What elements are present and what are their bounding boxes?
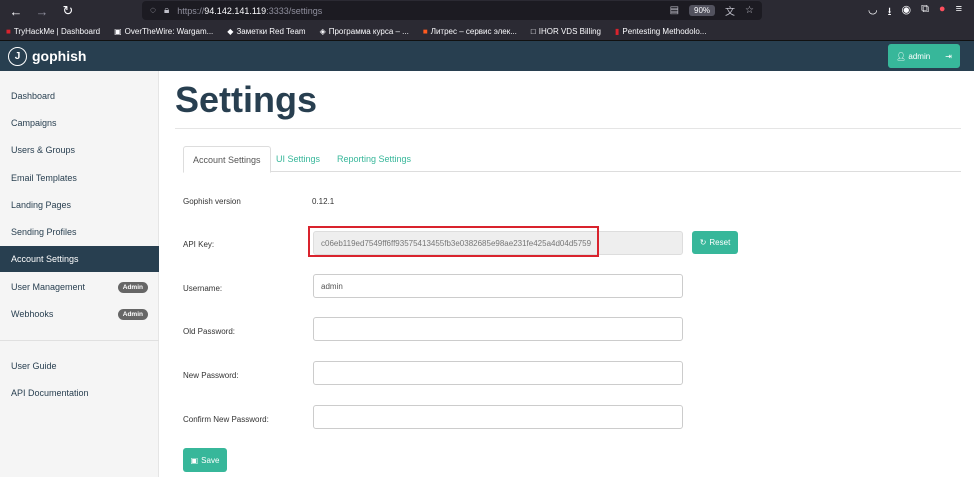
url-bar[interactable]: ◌ 🔒︎ https://94.142.141.119:3333/setting… bbox=[142, 1, 762, 20]
forward-icon[interactable]: → bbox=[32, 4, 52, 19]
sidebar-item-landing-pages[interactable]: Landing Pages bbox=[0, 192, 159, 218]
sidebar-item-user-management[interactable]: User Management Admin bbox=[0, 274, 159, 300]
refresh-icon: ↻ bbox=[699, 238, 707, 247]
bookmarks-bar: ■ TryHackMe | Dashboard ▣ OverTheWire: War… bbox=[0, 22, 974, 41]
back-icon[interactable]: ← bbox=[6, 4, 26, 19]
new-password-field[interactable] bbox=[313, 361, 683, 385]
bookmark-item[interactable]: ▣ OverTheWire: Wargam... bbox=[114, 27, 213, 36]
sidebar-item-campaigns[interactable]: Campaigns bbox=[0, 110, 159, 136]
reset-api-key-button[interactable]: ↻ Reset bbox=[692, 231, 738, 254]
sidebar-divider bbox=[0, 340, 159, 341]
overthewire-icon: ▣ bbox=[114, 26, 122, 36]
logout-icon[interactable]: ⇥ bbox=[945, 52, 952, 61]
admin-user-label: 👤︎ admin bbox=[896, 51, 931, 61]
settings-tabs: Account Settings UI Settings Reporting S… bbox=[183, 146, 961, 173]
reload-icon[interactable]: ↻ bbox=[58, 3, 78, 19]
url-scheme: https:// bbox=[177, 5, 205, 16]
translate-icon[interactable]: 文 bbox=[725, 3, 735, 18]
save-icon: ▣ bbox=[190, 455, 199, 465]
bookmark-item[interactable]: ▮ Pentesting Methodolo... bbox=[615, 27, 706, 36]
litres-icon: ■ bbox=[422, 26, 428, 36]
shield-icon: ◌ bbox=[150, 5, 156, 16]
course-icon: ◈ bbox=[319, 26, 326, 36]
sidebar-item-user-guide[interactable]: User Guide bbox=[0, 353, 159, 379]
billing-icon: □ bbox=[530, 26, 536, 36]
downloads-icon[interactable]: ⭳ bbox=[888, 3, 892, 22]
username-label: Username: bbox=[183, 284, 223, 293]
browser-toolbar: ← → ↻ ◌ 🔒︎ https://94.142.141.119:3333/s… bbox=[0, 0, 974, 22]
sidebar-item-email-templates[interactable]: Email Templates bbox=[0, 165, 159, 191]
bookmark-star-icon[interactable]: ☆ bbox=[745, 5, 754, 16]
bookmark-item[interactable]: ◈ Программа курса – ... bbox=[320, 27, 409, 36]
tryhackme-icon: ■ bbox=[6, 26, 11, 36]
sidebar: Dashboard Campaigns Users & Groups Email… bbox=[0, 71, 159, 477]
account-icon[interactable]: ◉ bbox=[901, 3, 911, 22]
gophish-version-label: Gophish version bbox=[183, 197, 241, 206]
new-password-label: New Password: bbox=[183, 371, 239, 380]
confirm-password-label: Confirm New Password: bbox=[183, 415, 269, 424]
admin-button[interactable]: 👤︎ admin ⇥ bbox=[888, 44, 960, 68]
old-password-field[interactable] bbox=[313, 317, 683, 341]
sidebar-item-dashboard[interactable]: Dashboard bbox=[0, 83, 159, 109]
notes-icon: ◆ bbox=[227, 26, 234, 36]
brand-name: gophish bbox=[32, 48, 87, 64]
api-key-label: API Key: bbox=[183, 240, 215, 249]
old-password-label: Old Password: bbox=[183, 327, 236, 336]
pentest-icon: ▮ bbox=[615, 26, 620, 36]
reader-view-icon[interactable]: ▤ bbox=[670, 5, 679, 16]
url-host: 94.142.141.119 bbox=[204, 5, 267, 16]
gophish-logo-icon: J bbox=[8, 46, 27, 66]
bookmark-item[interactable]: □ IHOR VDS Billing bbox=[531, 27, 601, 36]
sidebar-item-api-documentation[interactable]: API Documentation bbox=[0, 380, 159, 406]
main-content: Settings Account Settings UI Settings Re… bbox=[175, 71, 961, 477]
bookmark-item[interactable]: ■ TryHackMe | Dashboard bbox=[6, 27, 100, 36]
tab-ui-settings[interactable]: UI Settings bbox=[267, 146, 329, 172]
zoom-level[interactable]: 90% bbox=[689, 5, 716, 16]
confirm-password-field[interactable] bbox=[313, 405, 683, 429]
sidebar-item-sending-profiles[interactable]: Sending Profiles bbox=[0, 219, 159, 245]
tab-account-settings[interactable]: Account Settings bbox=[183, 146, 271, 173]
gophish-version-value: 0.12.1 bbox=[312, 197, 335, 206]
brand[interactable]: J gophish bbox=[8, 46, 87, 66]
lock-icon: 🔒︎ bbox=[163, 5, 170, 16]
page-title: Settings bbox=[175, 79, 318, 120]
sidebar-item-webhooks[interactable]: Webhooks Admin bbox=[0, 301, 159, 327]
title-divider bbox=[175, 128, 961, 129]
browser-actions: ◡ ⭳ ◉ ⧉ ● ≡ bbox=[868, 3, 962, 22]
pocket-icon[interactable]: ◡ bbox=[868, 3, 878, 22]
sidebar-item-account-settings[interactable]: Account Settings bbox=[0, 246, 159, 272]
admin-badge: Admin bbox=[117, 281, 148, 293]
ublock-icon[interactable]: ● bbox=[939, 3, 946, 22]
save-button[interactable]: ▣ Save bbox=[183, 448, 227, 472]
url-path: :3333/settings bbox=[266, 5, 323, 16]
api-key-highlight-box bbox=[308, 226, 599, 257]
menu-icon[interactable]: ≡ bbox=[956, 3, 962, 22]
extensions-icon[interactable]: ⧉ bbox=[921, 3, 929, 22]
username-field[interactable]: admin bbox=[313, 274, 683, 298]
admin-badge: Admin bbox=[117, 308, 148, 320]
sidebar-item-users-groups[interactable]: Users & Groups bbox=[0, 137, 159, 163]
app-navbar: J gophish 👤︎ admin ⇥ bbox=[0, 41, 974, 71]
bookmark-item[interactable]: ■ Литрес – сервис элек... bbox=[423, 27, 517, 36]
tab-reporting-settings[interactable]: Reporting Settings bbox=[328, 146, 420, 172]
bookmark-item[interactable]: ◆ Заметки Red Team bbox=[227, 27, 305, 36]
user-icon: 👤︎ bbox=[896, 51, 907, 61]
